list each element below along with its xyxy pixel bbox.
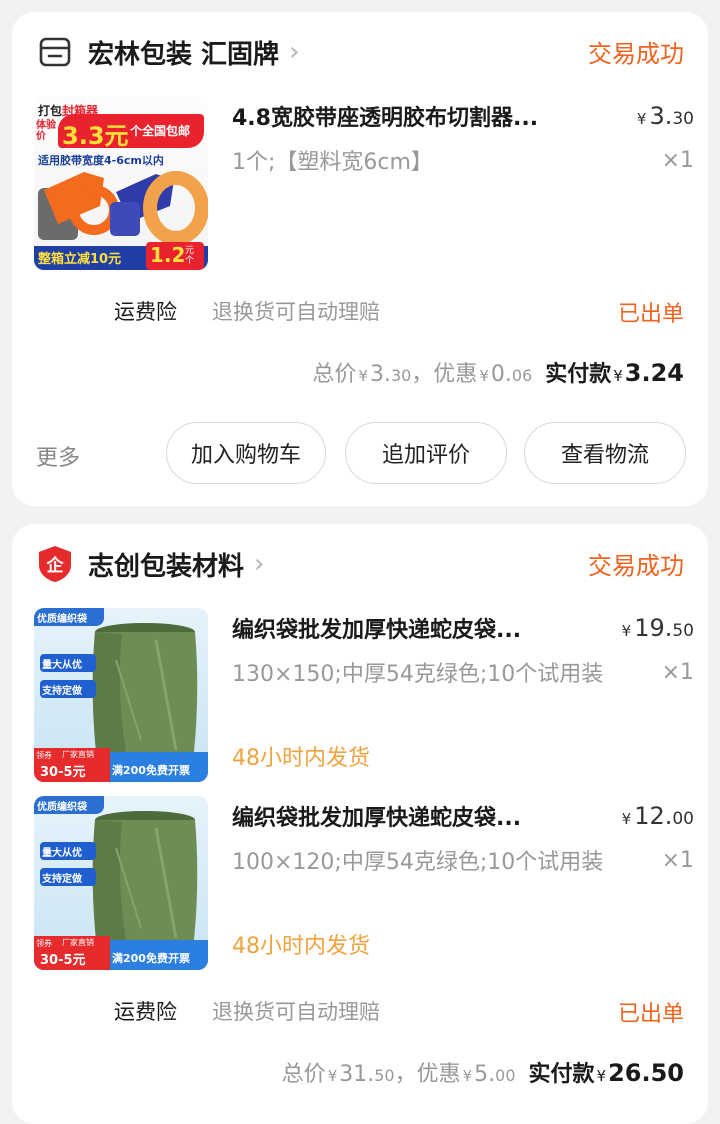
shipping-promise: 48小时内发货	[232, 746, 370, 771]
order-item[interactable]: 优质编织袋 量大从优 支持定做 领券 厂家直销 30-5元 满200免费开票 编…	[34, 796, 694, 972]
product-thumbnail: 优质编织袋 量大从优 支持定做 领券 厂家直销 30-5元 满200免费开票	[34, 796, 208, 970]
chevron-right-icon: ›	[254, 549, 265, 579]
order-item[interactable]: 优质编织袋 量大从优 支持定做 领券 厂家直销 30-5元 满200免费开票 编…	[34, 608, 694, 784]
paid-label: 实付款	[528, 1062, 595, 1087]
product-price: ¥12.00	[621, 802, 694, 830]
order-status: 交易成功	[588, 552, 684, 580]
product-spec: 130×150;中厚54克绿色;10个试用装	[232, 662, 604, 687]
shop-name: 宏林包装 汇固牌	[88, 39, 280, 70]
product-quantity: ×1	[661, 848, 694, 873]
product-quantity: ×1	[661, 660, 694, 685]
product-spec: 100×120;中厚54克绿色;10个试用装	[232, 850, 604, 875]
shop-header[interactable]: 宏林包装 汇固牌 ›	[36, 32, 299, 72]
add-to-cart-button[interactable]: 加入购物车	[166, 422, 326, 484]
product-title: 编织袋批发加厚快递蛇皮袋...	[232, 806, 522, 831]
product-title: 4.8宽胶带座透明胶布切割器...	[232, 106, 539, 131]
chevron-right-icon: ›	[289, 37, 300, 67]
product-spec: 1个;【塑料宽6cm】	[232, 150, 433, 175]
order-status: 交易成功	[588, 40, 684, 68]
shipping-insurance-label: 运费险	[114, 1000, 177, 1024]
store-icon	[36, 33, 74, 71]
add-review-button[interactable]: 追加评价	[345, 422, 507, 484]
order-item[interactable]: 打包封箱器 体验价 3.3元 个全国包邮 适用胶带宽度4-6cm以内 整箱立减1…	[34, 96, 694, 272]
shipping-insurance-desc: 退换货可自动理赔	[212, 300, 380, 324]
shop-header[interactable]: 企 志创包装材料 ›	[36, 544, 264, 584]
shipping-promise: 48小时内发货	[232, 934, 370, 959]
product-quantity: ×1	[661, 148, 694, 173]
product-thumbnail: 打包封箱器 体验价 3.3元 个全国包邮 适用胶带宽度4-6cm以内 整箱立减1…	[34, 96, 208, 270]
more-link[interactable]: 更多	[36, 440, 80, 472]
paid-amount: 26.50	[608, 1059, 684, 1087]
paid-amount: 3.24	[624, 359, 684, 387]
shop-name: 志创包装材料	[88, 551, 245, 582]
shipping-insurance-label: 运费险	[114, 300, 177, 324]
order-state: 已出单	[617, 302, 684, 327]
order-state: 已出单	[617, 1002, 684, 1027]
order-totals: 总价 ¥31.50，优惠 ¥5.00 实付款 ¥26.50	[281, 1059, 684, 1087]
order-totals: 总价 ¥3.30，优惠 ¥0.06 实付款 ¥3.24	[312, 359, 684, 387]
paid-label: 实付款	[545, 362, 612, 387]
shipping-insurance-desc: 退换货可自动理赔	[212, 1000, 380, 1024]
enterprise-shield-icon: 企	[36, 545, 74, 583]
order-card: 宏林包装 汇固牌 › 交易成功 打包封箱器 体验价 3.3元 个全国包邮 适用胶…	[12, 12, 708, 506]
view-logistics-button[interactable]: 查看物流	[524, 422, 686, 484]
order-card: 企 志创包装材料 › 交易成功 优质编织袋 量大从优 支持定做 领券 厂家直销	[12, 524, 708, 1124]
product-price: ¥3.30	[636, 102, 694, 130]
product-title: 编织袋批发加厚快递蛇皮袋...	[232, 618, 522, 643]
product-thumbnail: 优质编织袋 量大从优 支持定做 领券 厂家直销 30-5元 满200免费开票	[34, 608, 208, 782]
product-price: ¥19.50	[621, 614, 694, 642]
